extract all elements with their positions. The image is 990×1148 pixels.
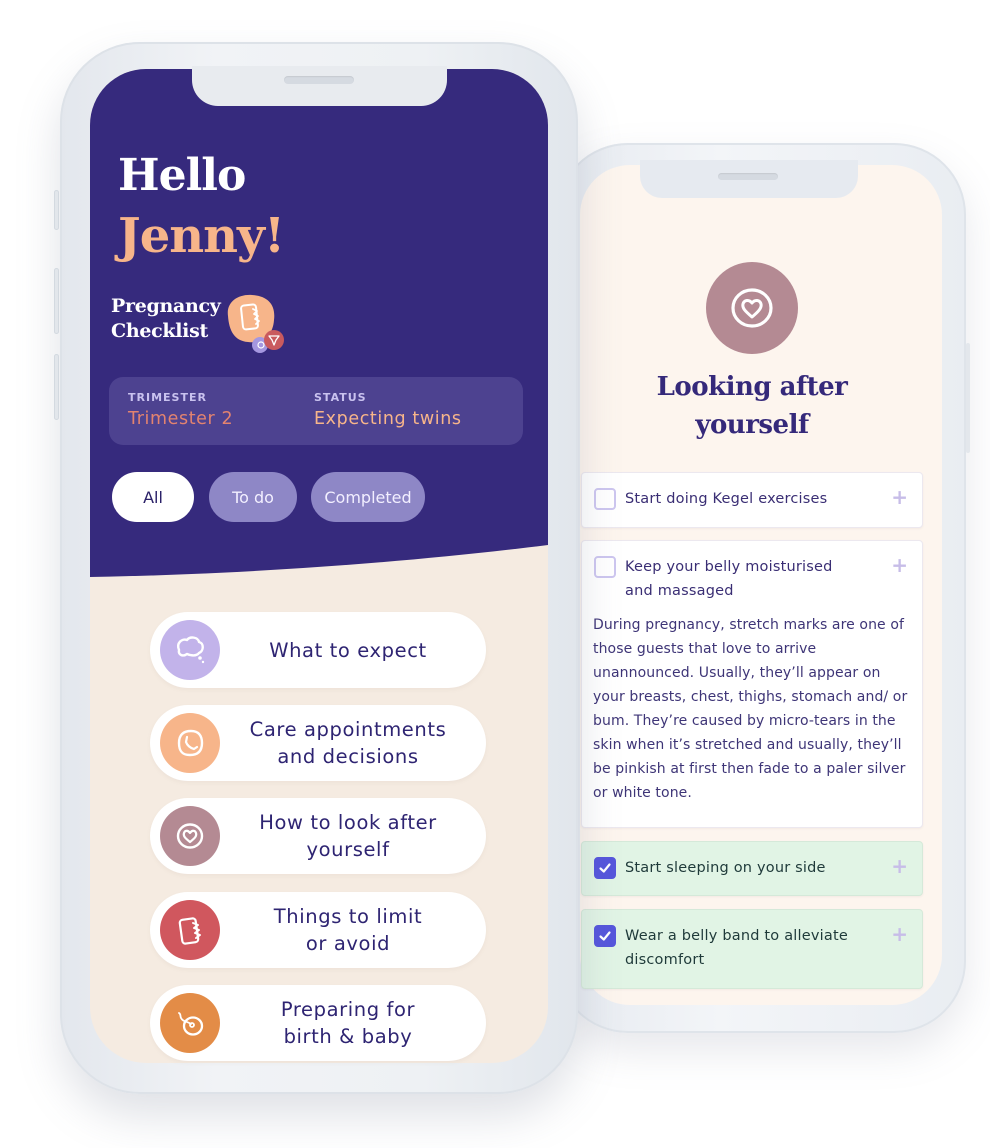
task-checkbox-checked[interactable] [594, 925, 616, 947]
checkmark-icon [599, 931, 611, 941]
checkmark-icon [599, 863, 611, 873]
greeting-hello: Hello [118, 150, 246, 201]
expand-plus-icon[interactable]: + [891, 854, 908, 878]
category-what-to-expect[interactable]: What to expect [150, 612, 486, 688]
checklist-title-line2: Checklist [111, 320, 208, 342]
detail-hero-badge [706, 262, 798, 354]
trimester-value: Trimester 2 [128, 409, 234, 429]
expand-plus-icon[interactable]: + [891, 553, 908, 577]
category-label-line2: yourself [306, 838, 390, 861]
task-item-expanded[interactable]: Keep your belly moisturised and massaged… [581, 540, 923, 828]
phone-side-button [966, 343, 970, 453]
heart-icon [731, 288, 773, 328]
task-label: Keep your belly moisturised and massaged [625, 559, 833, 599]
checklist-title: Pregnancy Checklist [111, 294, 221, 344]
category-look-after-yourself[interactable]: How to look after yourself [150, 798, 486, 874]
greeting-name: Jenny! [118, 208, 285, 264]
task-label: Start sleeping on your side [625, 860, 826, 876]
task-checkbox[interactable] [594, 556, 616, 578]
category-label-line1: Things to limit [273, 905, 423, 928]
category-icon-badge [160, 620, 220, 680]
category-label: What to expect [220, 612, 476, 688]
filter-to-do[interactable]: To do [209, 472, 297, 522]
thought-bubble-icon [177, 636, 205, 664]
expand-plus-icon[interactable]: + [891, 922, 908, 946]
filter-all[interactable]: All [112, 472, 194, 522]
category-label: Preparing for birth & baby [220, 985, 476, 1061]
phone-notch [192, 66, 447, 106]
status-label: STATUS [314, 391, 367, 404]
task-label: Start doing Kegel exercises [625, 491, 828, 507]
category-preparing-for-birth[interactable]: Preparing for birth & baby [150, 985, 486, 1061]
category-label-line2: birth & baby [283, 1025, 413, 1048]
task-item[interactable]: Start doing Kegel exercises + [581, 472, 923, 528]
task-checkbox-checked[interactable] [594, 857, 616, 879]
phone-call-icon [177, 729, 204, 757]
detail-title-line2: yourself [695, 410, 809, 440]
phone-volume-up-button [54, 268, 59, 334]
category-things-to-limit[interactable]: Things to limit or avoid [150, 892, 486, 968]
expand-plus-icon[interactable]: + [891, 485, 908, 509]
category-icon-badge [160, 713, 220, 773]
filter-completed[interactable]: Completed [311, 472, 425, 522]
category-label-line1: What to expect [269, 638, 427, 662]
task-description: During pregnancy, stretch marks are one … [593, 617, 908, 801]
heart-icon [176, 823, 204, 849]
task-item-completed[interactable]: Start sleeping on your side + [581, 841, 923, 896]
category-icon-badge [160, 900, 220, 960]
task-item-completed[interactable]: Wear a belly band to alleviate discomfor… [581, 909, 923, 989]
status-value: Expecting twins [314, 409, 462, 429]
detail-title: Looking after yourself [600, 368, 904, 444]
category-label: How to look after yourself [220, 798, 476, 874]
task-checkbox[interactable] [594, 488, 616, 510]
checklist-title-line1: Pregnancy [111, 295, 221, 317]
task-label: Wear a belly band to alleviate discomfor… [625, 928, 848, 968]
category-label-line2: or avoid [305, 932, 391, 955]
category-care-appointments[interactable]: Care appointments and decisions [150, 705, 486, 781]
category-label: Things to limit or avoid [220, 892, 476, 968]
pregnancy-info-card: TRIMESTER Trimester 2 STATUS Expecting t… [109, 377, 523, 445]
trimester-label: TRIMESTER [128, 391, 207, 404]
phone-speaker [718, 173, 778, 180]
category-label-line2: and decisions [277, 745, 419, 768]
category-label-line1: Care appointments [249, 718, 447, 741]
egg-sperm-icon [178, 1012, 204, 1036]
category-icon-badge [160, 993, 220, 1053]
detail-title-line1: Looking after [656, 372, 848, 402]
phone-side-button [54, 190, 59, 230]
category-icon-badge [160, 806, 220, 866]
category-label: Care appointments and decisions [220, 705, 476, 781]
phone-volume-down-button [54, 354, 59, 420]
checklist-notepad-icon [178, 917, 201, 945]
category-label-line1: Preparing for [280, 998, 416, 1021]
checklist-notepad-icon [227, 294, 284, 353]
phone-speaker [284, 76, 354, 84]
category-label-line1: How to look after [259, 811, 437, 834]
